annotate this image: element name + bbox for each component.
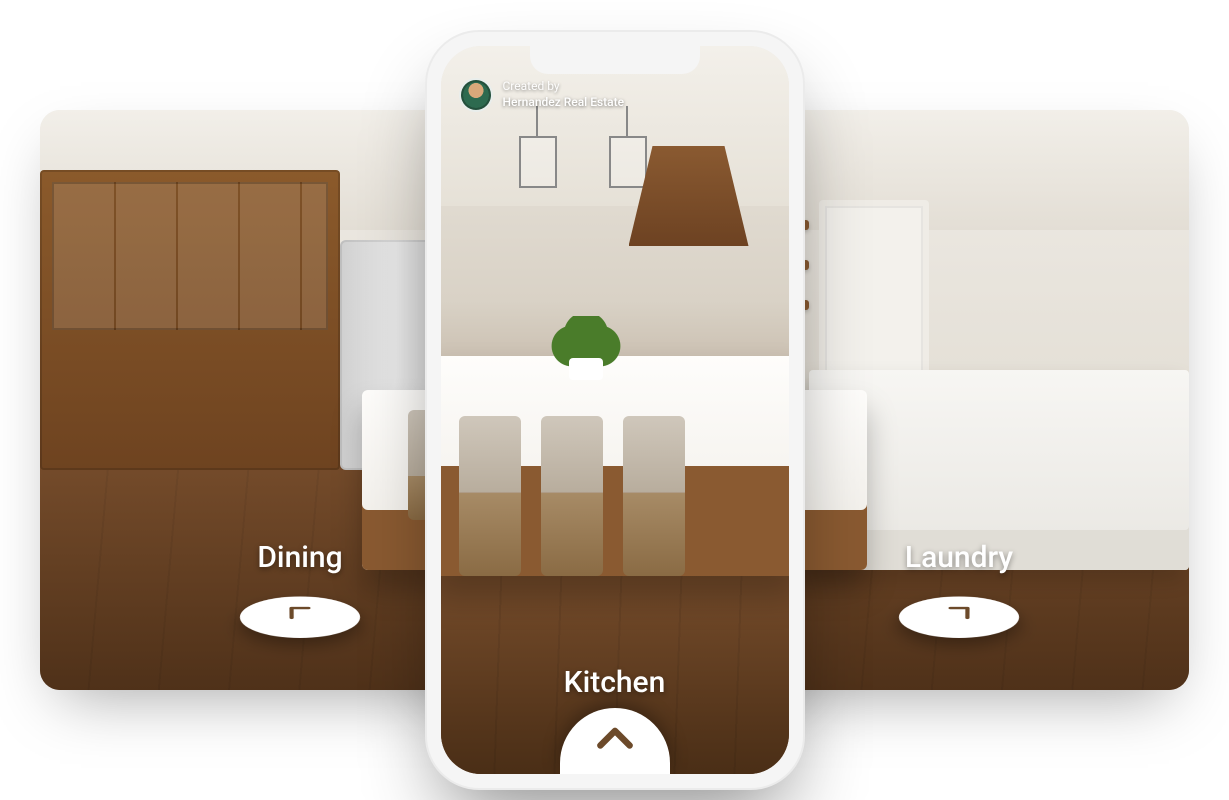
arrow-right-icon [941,601,977,633]
room-label-dining: Dining [257,540,342,575]
go-laundry-button[interactable] [895,596,1022,638]
phone-device-frame: Created by Hernandez Real Estate Kitchen [425,30,805,790]
plant-icon [551,316,621,376]
creator-prefix: Created by [503,79,625,95]
arrow-left-icon [282,601,318,633]
pendant-light-icon [511,106,561,196]
go-dining-button[interactable] [236,596,363,638]
room-label-laundry: Laundry [905,540,1013,575]
nav-laundry: Laundry [899,540,1019,643]
nav-kitchen: Kitchen [441,665,789,774]
avatar [459,78,493,112]
phone-notch [530,46,700,74]
creator-name: Hernandez Real Estate [503,95,625,111]
phone-screen[interactable]: Created by Hernandez Real Estate Kitchen [441,46,789,774]
nav-dining: Dining [240,540,360,643]
creator-text: Created by Hernandez Real Estate [503,79,625,110]
creator-badge[interactable]: Created by Hernandez Real Estate [459,78,625,112]
room-label-kitchen: Kitchen [564,665,666,700]
chevron-up-icon [593,718,637,766]
virtual-tour-stage: Dining Laundry [0,0,1229,800]
pendant-light-icon [601,106,651,196]
go-forward-button[interactable] [560,708,670,774]
